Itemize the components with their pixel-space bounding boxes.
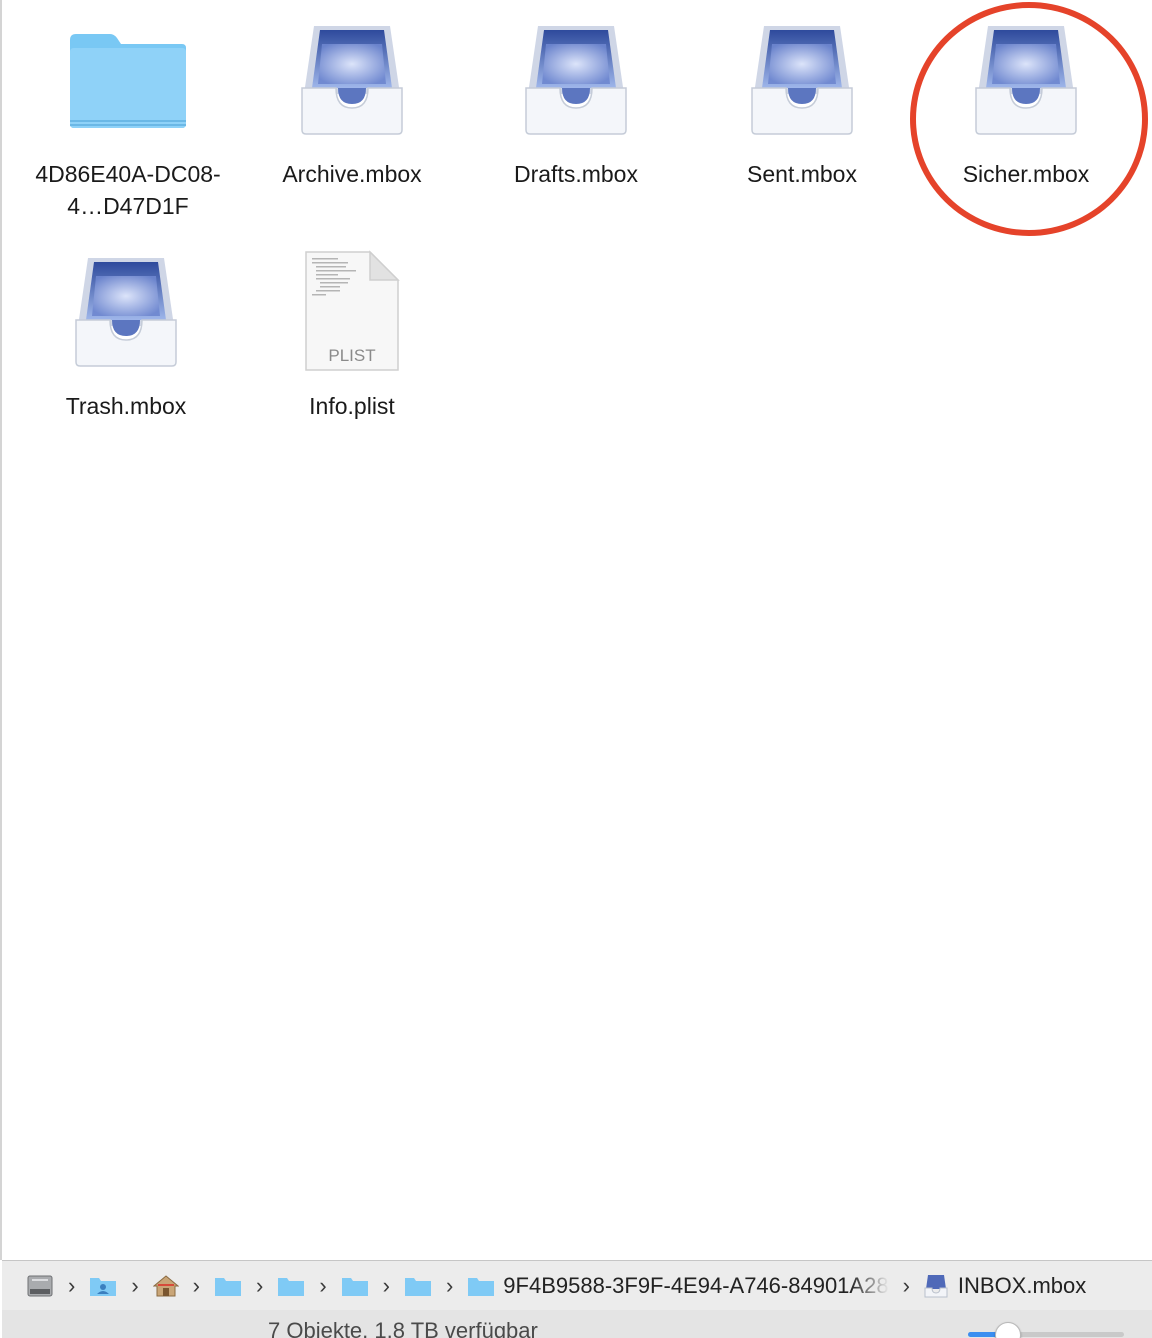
folder-icon xyxy=(468,1277,495,1296)
path-separator: › xyxy=(255,1272,264,1298)
path-separator: › xyxy=(192,1272,200,1298)
path-separator: › xyxy=(445,1272,454,1298)
file-item-trash-mbox[interactable]: Trash.mbox xyxy=(16,250,236,422)
file-item-label: 4D86E40A-DC08-4…D47D1F xyxy=(35,161,221,219)
slider-knob[interactable] xyxy=(995,1322,1021,1338)
hard-drive-icon xyxy=(27,1275,53,1296)
path-separator: › xyxy=(902,1272,910,1298)
path-segment-account-folder[interactable]: 9F4B9588-3F9F-4E94-A746-84901A28 xyxy=(467,1272,889,1299)
user-folder-icon xyxy=(90,1277,117,1296)
home-icon xyxy=(152,1274,179,1296)
path-segment-user[interactable] xyxy=(89,1275,117,1297)
path-separator: › xyxy=(68,1272,76,1298)
file-item-archive-mbox[interactable]: Archive.mbox xyxy=(242,18,462,190)
folder-icon xyxy=(214,1277,241,1296)
plist-badge: PLIST xyxy=(328,346,376,365)
plist-file-icon: PLIST xyxy=(242,250,462,390)
path-segment-folder[interactable] xyxy=(277,1275,305,1297)
mailbox-icon xyxy=(466,18,686,158)
status-bar: 7 Objekte, 1,8 TB verfügbar xyxy=(2,1310,1152,1338)
highlight-circle-annotation xyxy=(910,2,1148,236)
path-separator: › xyxy=(319,1272,327,1298)
folder-icon xyxy=(404,1277,431,1296)
path-segment-folder[interactable] xyxy=(404,1275,432,1297)
path-segment-inbox[interactable]: INBOX.mbox xyxy=(924,1273,1086,1299)
path-segment-folder[interactable] xyxy=(341,1275,369,1297)
file-item-label: Info.plist xyxy=(309,393,395,419)
file-item-folder[interactable]: 4D86E40A-DC08-4…D47D1F xyxy=(18,18,238,222)
mailbox-icon xyxy=(242,18,462,158)
file-icon-view[interactable]: 4D86E40A-DC08-4…D47D1F Archive.mbox Draf… xyxy=(2,0,1152,1260)
path-segment-label: INBOX.mbox xyxy=(957,1272,1087,1298)
path-segment-disk[interactable] xyxy=(26,1273,54,1299)
file-item-label: Sent.mbox xyxy=(747,161,857,187)
mailbox-icon xyxy=(692,18,912,158)
mailbox-small-icon xyxy=(924,1274,948,1297)
file-item-info-plist[interactable]: PLIST Info.plist xyxy=(242,250,462,422)
file-item-label: Trash.mbox xyxy=(65,393,187,419)
path-segment-home[interactable] xyxy=(152,1274,179,1298)
path-segment-folder[interactable] xyxy=(214,1275,242,1297)
folder-icon xyxy=(18,18,238,158)
folder-icon xyxy=(278,1277,305,1296)
path-separator: › xyxy=(131,1272,139,1298)
file-item-drafts-mbox[interactable]: Drafts.mbox xyxy=(466,18,686,190)
path-segment-label: 9F4B9588-3F9F-4E94-A746-84901A28 xyxy=(503,1272,889,1298)
path-bar: › › › › › › › 9F4B9588-3F9F-4E94-A746-84… xyxy=(2,1260,1152,1310)
file-item-sent-mbox[interactable]: Sent.mbox xyxy=(692,18,912,190)
icon-size-slider[interactable] xyxy=(968,1322,1124,1338)
path-separator: › xyxy=(382,1272,390,1298)
status-text: 7 Objekte, 1,8 TB verfügbar xyxy=(268,1318,538,1338)
file-item-label: Archive.mbox xyxy=(282,161,422,187)
file-item-label: Drafts.mbox xyxy=(514,161,638,187)
folder-icon xyxy=(341,1277,368,1296)
mailbox-icon xyxy=(16,250,236,390)
